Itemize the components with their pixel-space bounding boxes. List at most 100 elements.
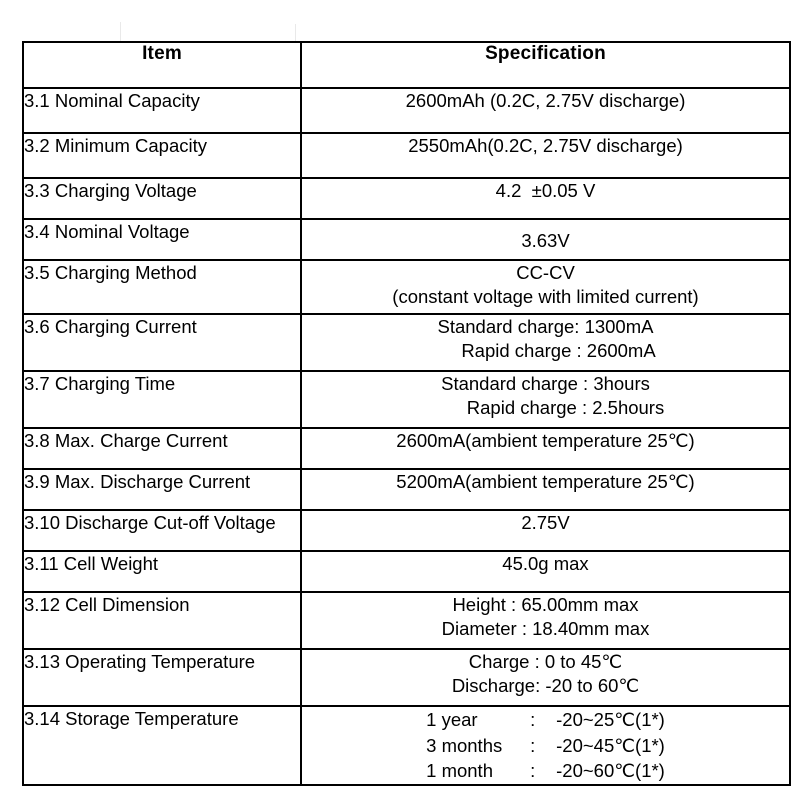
row-item-label: 3.5 Charging Method	[24, 262, 197, 283]
scan-artifact	[295, 24, 296, 42]
row-item-cell: 3.9 Max. Discharge Current	[22, 468, 302, 511]
row-item-label: 3.12 Cell Dimension	[24, 594, 190, 615]
row-item-cell: 3.4 Nominal Voltage	[22, 218, 302, 261]
row-spec-value: CC-CV (constant voltage with limited cur…	[302, 261, 789, 310]
row-item-cell: 3.14 Storage Temperature	[22, 705, 302, 786]
table-row: 3.11 Cell Weight 45.0g max	[22, 550, 791, 593]
storage-temperature-entry: 1 month : -20~60℃(1*)	[426, 758, 665, 784]
row-item-label: 3.8 Max. Charge Current	[24, 430, 228, 451]
row-item-label: 3.3 Charging Voltage	[24, 180, 197, 201]
row-item-cell: 3.13 Operating Temperature	[22, 648, 302, 707]
row-item-cell: 3.10 Discharge Cut-off Voltage	[22, 509, 302, 552]
table-row: 3.7 Charging Time Standard charge : 3hou…	[22, 370, 791, 429]
table-row: 3.1 Nominal Capacity 2600mAh (0.2C, 2.75…	[22, 87, 791, 134]
table-row: 3.6 Charging Current Standard charge: 13…	[22, 313, 791, 372]
row-item-cell: 3.5 Charging Method	[22, 259, 302, 315]
table-row: 3.13 Operating Temperature Charge : 0 to…	[22, 648, 791, 707]
row-spec-value: 45.0g max	[302, 552, 789, 576]
storage-temperature-entry: 1 year : -20~25℃(1*)	[426, 707, 665, 733]
table-row: 3.14 Storage Temperature 1 year : -20~25…	[22, 705, 791, 786]
spec-line: 2600mAh (0.2C, 2.75V discharge)	[405, 90, 686, 111]
row-spec-cell: 1 year : -20~25℃(1*) 3 months : -20~45℃(…	[300, 705, 791, 786]
spec-line: CC-CV	[516, 262, 575, 283]
document-page: Item Specification 3.1 Nominal Capacity …	[0, 0, 811, 811]
row-item-cell: 3.2 Minimum Capacity	[22, 132, 302, 179]
spec-line: (constant voltage with limited current)	[392, 286, 699, 308]
spec-line: Standard charge : 3hours	[441, 373, 650, 394]
spec-line: 5200mA(ambient temperature 25℃)	[396, 471, 695, 492]
spec-line: 2600mA(ambient temperature 25℃)	[396, 430, 695, 451]
row-spec-value: 2600mA(ambient temperature 25℃)	[302, 429, 789, 453]
row-spec-cell: 3.63V	[300, 218, 791, 261]
row-spec-cell: 2600mA(ambient temperature 25℃)	[300, 427, 791, 470]
table-row: 3.5 Charging Method CC-CV (constant volt…	[22, 259, 791, 315]
spec-line: 3.63V	[521, 229, 570, 251]
row-spec-cell: 5200mA(ambient temperature 25℃)	[300, 468, 791, 511]
row-spec-cell: Height : 65.00mm max Diameter : 18.40mm …	[300, 591, 791, 650]
row-spec-cell: 2.75V	[300, 509, 791, 552]
table-row: 3.10 Discharge Cut-off Voltage 2.75V	[22, 509, 791, 552]
storage-value: -20~25℃(1*)	[556, 709, 665, 730]
spec-line: Standard charge: 1300mA	[437, 316, 654, 337]
row-spec-value: Standard charge : 3hours Rapid charge : …	[302, 372, 789, 421]
row-item-label: 3.9 Max. Discharge Current	[24, 471, 251, 492]
row-item-label: 3.6 Charging Current	[24, 316, 197, 337]
row-spec-cell: Standard charge : 3hours Rapid charge : …	[300, 370, 791, 429]
spec-line: Height : 65.00mm max	[452, 594, 639, 615]
table-row: 3.8 Max. Charge Current 2600mA(ambient t…	[22, 427, 791, 470]
storage-colon: :	[530, 734, 536, 756]
storage-value: -20~60℃(1*)	[556, 760, 665, 782]
column-header-item: Item	[22, 41, 302, 89]
column-header-specification-label: Specification	[485, 43, 606, 64]
row-item-cell: 3.11 Cell Weight	[22, 550, 302, 593]
row-item-label: 3.10 Discharge Cut-off Voltage	[24, 512, 276, 533]
table-header-row: Item Specification	[22, 41, 791, 89]
storage-period-label: 1 month	[426, 760, 493, 782]
row-spec-value: 4.2 ±0.05 V	[302, 179, 789, 203]
row-spec-value: 2.75V	[302, 511, 789, 535]
spec-line: Diameter : 18.40mm max	[441, 618, 650, 640]
storage-colon: :	[530, 760, 536, 782]
row-item-label: 3.13 Operating Temperature	[24, 651, 256, 672]
row-item-label: 3.4 Nominal Voltage	[24, 221, 190, 242]
spec-line: Rapid charge : 2.5hours	[466, 397, 665, 419]
column-header-specification: Specification	[300, 41, 791, 89]
row-spec-cell: 2550mAh(0.2C, 2.75V discharge)	[300, 132, 791, 179]
table-row: 3.3 Charging Voltage 4.2 ±0.05 V	[22, 177, 791, 220]
storage-temperature-list: 1 year : -20~25℃(1*) 3 months : -20~45℃(…	[426, 707, 665, 784]
table-row: 3.4 Nominal Voltage 3.63V	[22, 218, 791, 261]
spec-line: Discharge: -20 to 60℃	[451, 675, 640, 697]
row-item-cell: 3.6 Charging Current	[22, 313, 302, 372]
table-row: 3.9 Max. Discharge Current 5200mA(ambien…	[22, 468, 791, 511]
row-item-label: 3.2 Minimum Capacity	[24, 135, 208, 156]
row-spec-cell: 4.2 ±0.05 V	[300, 177, 791, 220]
row-spec-cell: Charge : 0 to 45℃ Discharge: -20 to 60℃	[300, 648, 791, 707]
row-item-cell: 3.1 Nominal Capacity	[22, 87, 302, 134]
spec-line: Charge : 0 to 45℃	[468, 651, 623, 672]
row-spec-value: 2600mAh (0.2C, 2.75V discharge)	[302, 89, 789, 113]
scan-artifact	[120, 22, 121, 42]
row-spec-cell: 2600mAh (0.2C, 2.75V discharge)	[300, 87, 791, 134]
row-spec-cell: Standard charge: 1300mA Rapid charge : 2…	[300, 313, 791, 372]
storage-temperature-entry: 3 months : -20~45℃(1*)	[426, 733, 665, 759]
battery-specification-table: Item Specification 3.1 Nominal Capacity …	[22, 41, 791, 786]
spec-line: 2.75V	[521, 512, 570, 533]
row-spec-cell: 45.0g max	[300, 550, 791, 593]
spec-line: 45.0g max	[502, 553, 589, 574]
storage-period-label: 1 year	[426, 709, 478, 730]
row-item-label: 3.1 Nominal Capacity	[24, 90, 200, 111]
spec-line: Rapid charge : 2600mA	[461, 340, 656, 362]
table-row: 3.12 Cell Dimension Height : 65.00mm max…	[22, 591, 791, 650]
storage-period-label: 3 months	[426, 734, 503, 756]
table-row: 3.2 Minimum Capacity 2550mAh(0.2C, 2.75V…	[22, 132, 791, 179]
row-item-label: 3.7 Charging Time	[24, 373, 176, 394]
row-spec-value: 3.63V	[302, 229, 789, 253]
column-header-item-label: Item	[142, 43, 182, 64]
row-spec-value: Standard charge: 1300mA Rapid charge : 2…	[302, 315, 789, 364]
spec-line: 2550mAh(0.2C, 2.75V discharge)	[408, 135, 683, 156]
row-item-label: 3.14 Storage Temperature	[24, 708, 239, 729]
row-spec-cell: CC-CV (constant voltage with limited cur…	[300, 259, 791, 315]
row-item-cell: 3.7 Charging Time	[22, 370, 302, 429]
row-spec-value: Height : 65.00mm max Diameter : 18.40mm …	[302, 593, 789, 642]
storage-value: -20~45℃(1*)	[556, 734, 665, 756]
